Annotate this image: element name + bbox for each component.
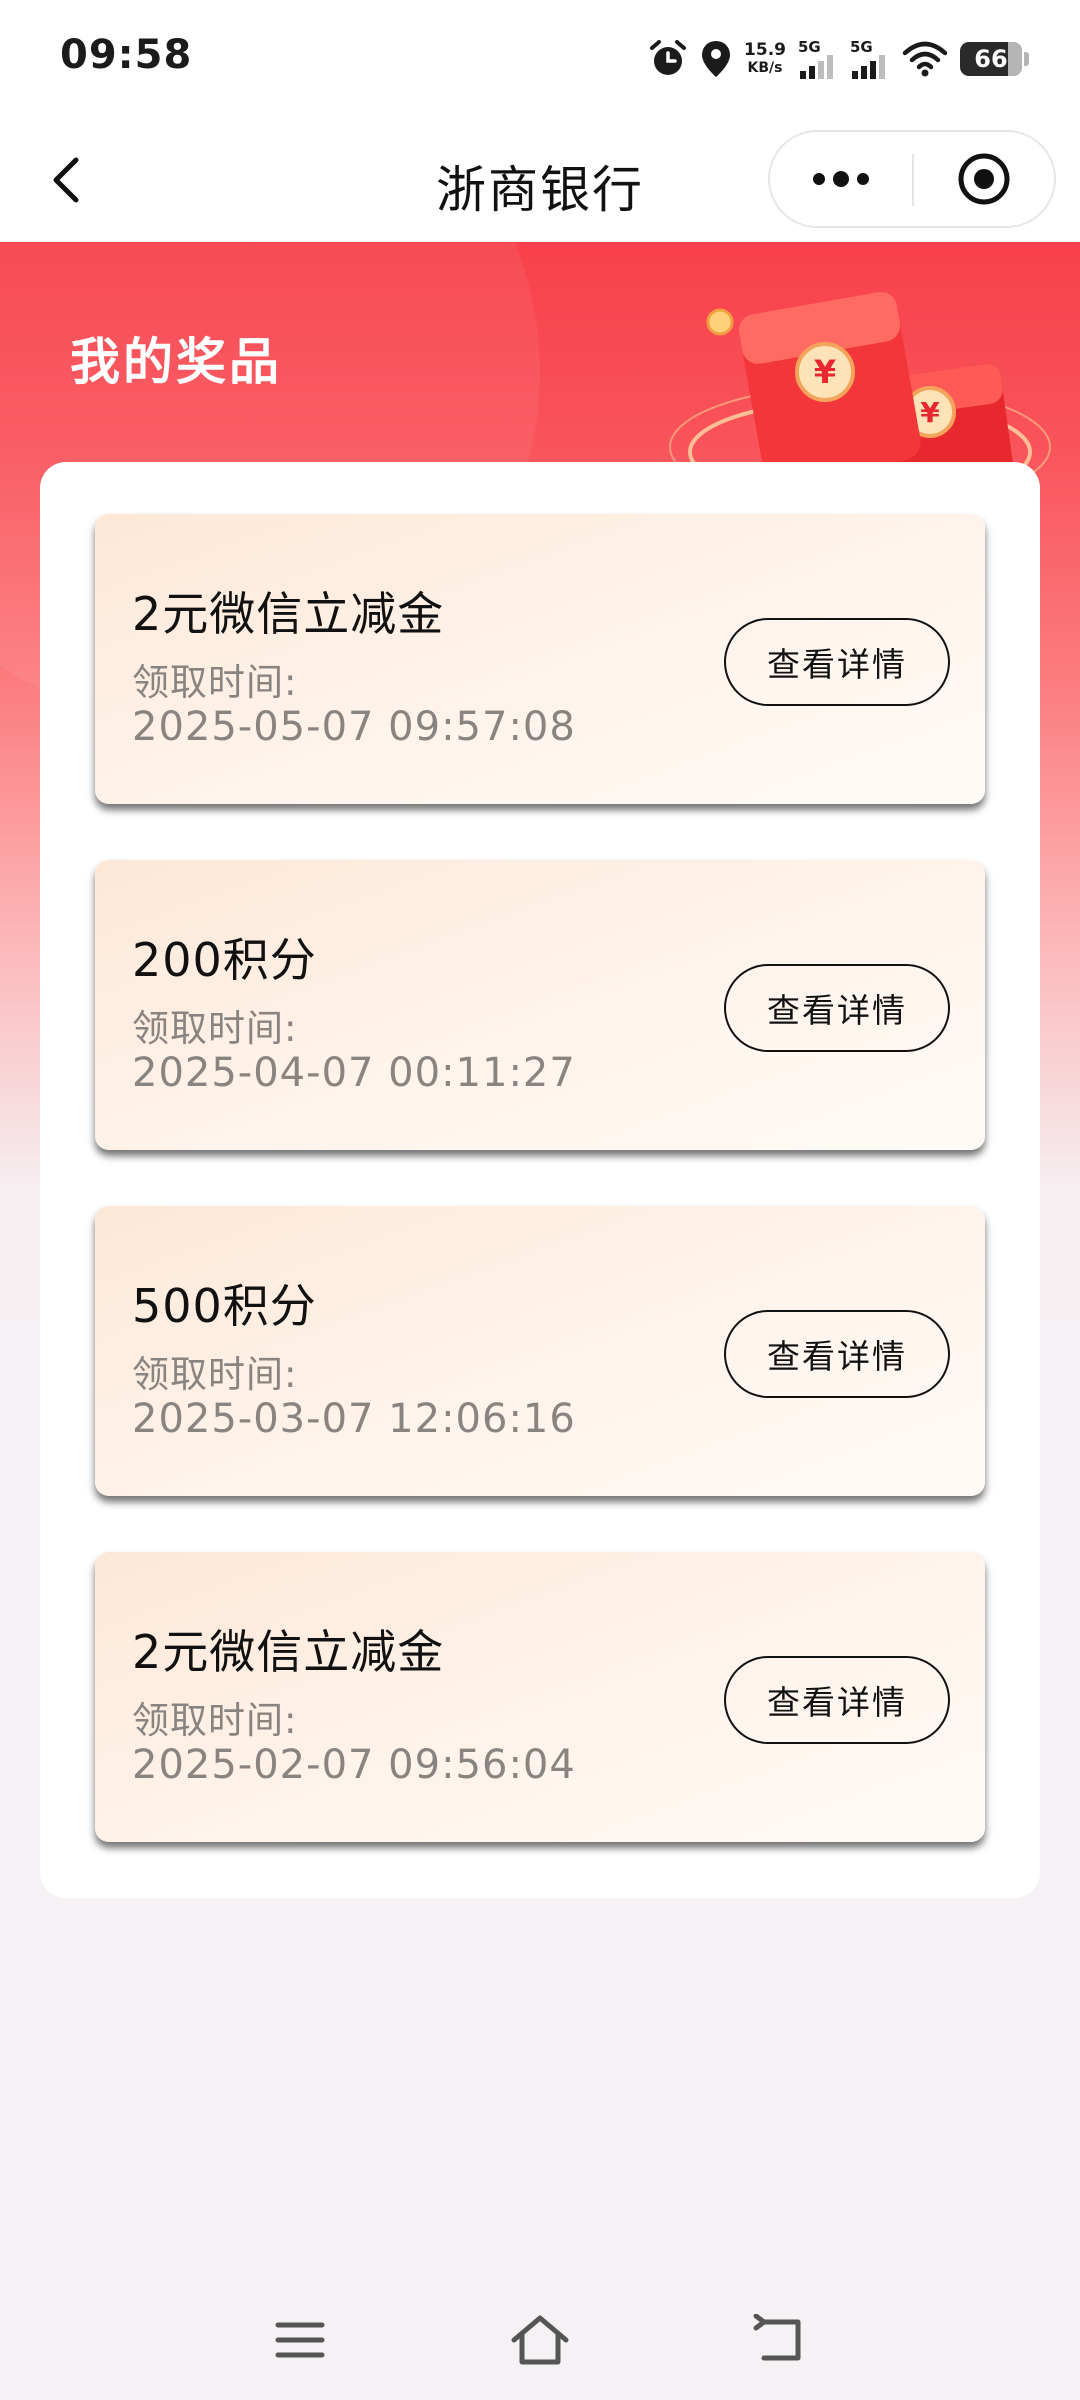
view-details-button[interactable]: 查看详情 bbox=[724, 964, 950, 1052]
status-time: 09:58 bbox=[60, 32, 193, 78]
prize-time-label: 领取时间: bbox=[132, 1353, 298, 1396]
more-button[interactable] bbox=[770, 132, 912, 226]
system-nav-bar bbox=[0, 2280, 1080, 2400]
back-icon bbox=[753, 2314, 801, 2361]
miniprogram-capsule bbox=[768, 130, 1056, 228]
nav-bar: 浙商银行 bbox=[0, 120, 1080, 242]
hero-title: 我的奖品 bbox=[70, 333, 282, 391]
prize-time-label: 领取时间: bbox=[132, 661, 298, 704]
prize-time-label: 领取时间: bbox=[132, 1007, 298, 1050]
prize-card: 2元微信立减金 领取时间: 2025-05-07 09:57:08 查看详情 bbox=[95, 514, 985, 804]
svg-text:¥: ¥ bbox=[920, 396, 940, 429]
prize-card: 2元微信立减金 领取时间: 2025-02-07 09:56:04 查看详情 bbox=[95, 1552, 985, 1842]
system-back-button[interactable] bbox=[740, 2300, 820, 2380]
menu-icon bbox=[275, 2322, 325, 2358]
view-details-button[interactable]: 查看详情 bbox=[724, 618, 950, 706]
location-icon bbox=[700, 39, 732, 79]
status-icons: 15.9 KB/s 5G 5G 66 bbox=[648, 34, 1029, 84]
prize-time: 2025-04-07 00:11:27 bbox=[132, 1050, 576, 1096]
menu-button[interactable] bbox=[260, 2300, 340, 2380]
sim1-signal: 5G bbox=[798, 39, 838, 79]
target-circle-icon bbox=[958, 153, 1010, 205]
sim2-label: 5G bbox=[850, 38, 873, 56]
close-button[interactable] bbox=[914, 132, 1054, 226]
view-details-button[interactable]: 查看详情 bbox=[724, 1310, 950, 1398]
view-details-button[interactable]: 查看详情 bbox=[724, 1656, 950, 1744]
battery-level: 66 bbox=[974, 45, 1008, 73]
more-dots-icon bbox=[813, 171, 869, 187]
signal-icon bbox=[852, 55, 885, 79]
prize-name: 2元微信立减金 bbox=[132, 1625, 445, 1679]
wifi-icon bbox=[902, 41, 948, 77]
sim2-signal: 5G bbox=[850, 39, 890, 79]
prize-time-label: 领取时间: bbox=[132, 1699, 298, 1742]
prize-time: 2025-02-07 09:56:04 bbox=[132, 1742, 576, 1788]
battery-icon: 66 bbox=[960, 42, 1029, 76]
net-speed-unit: KB/s bbox=[747, 60, 783, 76]
signal-icon bbox=[800, 55, 833, 79]
prize-name: 200积分 bbox=[132, 933, 317, 987]
home-button[interactable] bbox=[500, 2300, 580, 2380]
home-icon bbox=[511, 2315, 569, 2365]
status-bar: 09:58 15.9 KB/s 5G 5G 66 bbox=[0, 0, 1080, 120]
prize-time: 2025-05-07 09:57:08 bbox=[132, 704, 576, 750]
prize-list-panel: 2元微信立减金 领取时间: 2025-05-07 09:57:08 查看详情 2… bbox=[40, 462, 1040, 1898]
prize-time: 2025-03-07 12:06:16 bbox=[132, 1396, 576, 1442]
prize-card: 200积分 领取时间: 2025-04-07 00:11:27 查看详情 bbox=[95, 860, 985, 1150]
svg-text:¥: ¥ bbox=[814, 353, 836, 391]
prize-name: 500积分 bbox=[132, 1279, 317, 1333]
net-speed: 15.9 KB/s bbox=[744, 41, 786, 77]
prize-card: 500积分 领取时间: 2025-03-07 12:06:16 查看详情 bbox=[95, 1206, 985, 1496]
sim1-label: 5G bbox=[798, 38, 821, 56]
alarm-icon bbox=[648, 39, 688, 79]
net-speed-value: 15.9 bbox=[744, 40, 786, 60]
prize-name: 2元微信立减金 bbox=[132, 587, 445, 641]
